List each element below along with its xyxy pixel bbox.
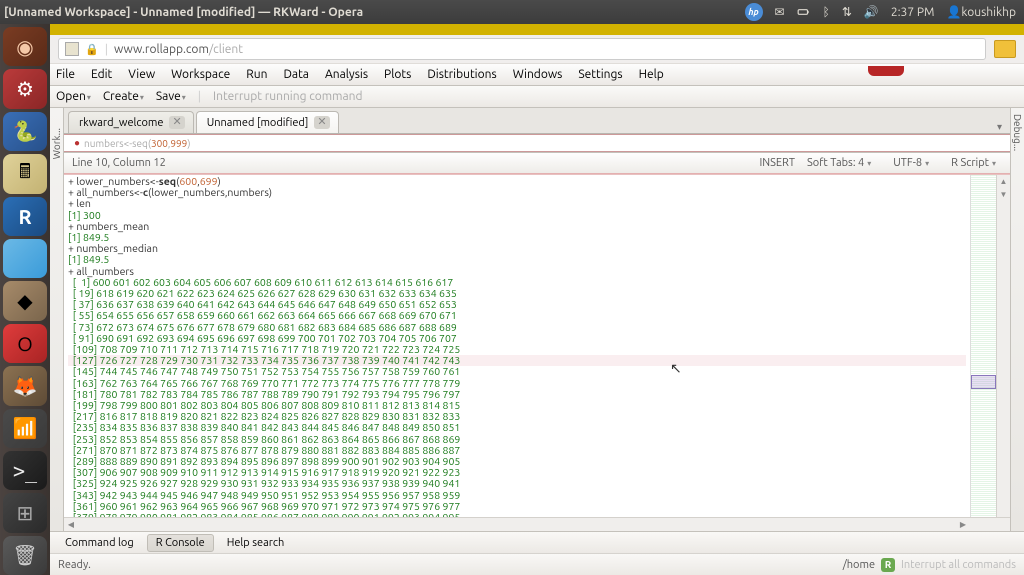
launcher-python[interactable]: 🐍 bbox=[3, 112, 47, 151]
menu-data[interactable]: Data bbox=[283, 68, 309, 81]
launcher-inkscape[interactable]: ◆ bbox=[3, 281, 47, 320]
launcher-rkward[interactable]: R bbox=[3, 197, 47, 236]
editor-area: + lower_numbers<-seq(600,699)+ all_numbe… bbox=[64, 174, 1010, 517]
tab-command-log[interactable]: Command log bbox=[56, 534, 143, 552]
open-button[interactable]: Open bbox=[56, 90, 91, 103]
r-engine-status-icon[interactable]: R bbox=[881, 558, 895, 572]
launcher-gimp[interactable]: 🦊 bbox=[3, 366, 47, 405]
lock-icon: 🔒 bbox=[85, 43, 99, 56]
code-editor[interactable]: + lower_numbers<-seq(600,699)+ all_numbe… bbox=[64, 175, 970, 517]
network-icon[interactable]: ⇅ bbox=[842, 5, 852, 19]
system-tray: hp ✉ ᛒ ⇅ 🔊 2:37 PM 👤 koushikhp bbox=[745, 3, 1016, 21]
editor-statusbar: Line 10, Column 12 INSERT Soft Tabs: 4 U… bbox=[64, 152, 1010, 174]
tab-list-button[interactable]: ▾ bbox=[993, 121, 1006, 133]
url-divider: | bbox=[105, 43, 108, 56]
scroll-right-icon[interactable]: ▶ bbox=[956, 518, 970, 531]
opera-speed-dial-button[interactable] bbox=[994, 40, 1016, 58]
horizontal-scrollbar[interactable]: ◀ ▶ bbox=[64, 517, 1010, 531]
bottom-tabbar: Command log R Console Help search bbox=[50, 531, 1024, 553]
menu-run[interactable]: Run bbox=[246, 68, 267, 81]
launcher-terminal[interactable]: >_ bbox=[3, 451, 47, 490]
scroll-left-icon[interactable]: ◀ bbox=[64, 518, 78, 531]
function-selector[interactable]: ●numbers<-seq(300,999) bbox=[64, 134, 1010, 152]
cwd-path: /home bbox=[843, 559, 875, 571]
scroll-up-icon[interactable]: ▲ bbox=[997, 175, 1010, 188]
unity-launcher: ◉ ⚙ 🐍 🖩 R ◆ O 🦊 📶 >_ ⊞ 🗑 bbox=[0, 24, 50, 575]
browser-address-bar: 🔒 | www.rollapp.com/client bbox=[50, 35, 1024, 64]
tabbar: rkward_welcome✕ Unnamed [modified]✕ ▾ bbox=[64, 108, 1010, 134]
status-text: Ready. bbox=[58, 559, 91, 571]
menu-edit[interactable]: Edit bbox=[91, 68, 112, 81]
menu-file[interactable]: File bbox=[56, 68, 75, 81]
interrupt-button: Interrupt running command bbox=[213, 90, 363, 103]
hp-icon[interactable]: hp bbox=[745, 3, 763, 21]
url-text: www.rollapp.com/client bbox=[114, 43, 243, 56]
vertical-scrollbar[interactable]: ▲ ▼ bbox=[996, 175, 1010, 517]
menu-plots[interactable]: Plots bbox=[384, 68, 411, 81]
encoding-select[interactable]: UTF-8 bbox=[887, 157, 935, 169]
clock[interactable]: 2:37 PM bbox=[891, 6, 935, 19]
launcher-workspaces[interactable]: ⊞ bbox=[3, 493, 47, 532]
close-icon[interactable]: ✕ bbox=[314, 116, 329, 129]
menu-workspace[interactable]: Workspace bbox=[171, 68, 230, 81]
menu-settings[interactable]: Settings bbox=[578, 68, 622, 81]
menu-view[interactable]: View bbox=[128, 68, 155, 81]
desktop-top-panel: [Unnamed Workspace] - Unnamed [modified]… bbox=[0, 0, 1024, 24]
user-menu[interactable]: 👤 koushikhp bbox=[946, 5, 1016, 19]
insert-mode[interactable]: INSERT bbox=[753, 157, 801, 169]
error-dot-icon: ● bbox=[74, 137, 80, 149]
launcher-trash[interactable]: 🗑 bbox=[3, 536, 47, 575]
app-window: 🔒 | www.rollapp.com/client File Edit Vie… bbox=[50, 24, 1024, 575]
battery-icon[interactable] bbox=[797, 5, 811, 19]
footer-statusbar: Ready. /home R Interrupt all commands bbox=[50, 553, 1024, 575]
mail-icon[interactable]: ✉ bbox=[775, 5, 785, 19]
menu-distributions[interactable]: Distributions bbox=[427, 68, 496, 81]
launcher-opera[interactable]: O bbox=[3, 324, 47, 363]
bluetooth-icon[interactable]: ᛒ bbox=[823, 6, 830, 19]
launcher-calculator[interactable]: 🖩 bbox=[3, 154, 47, 193]
language-select[interactable]: R Script bbox=[945, 157, 1002, 169]
minimap[interactable] bbox=[970, 175, 996, 517]
save-button[interactable]: Save bbox=[156, 90, 186, 103]
tab-r-console[interactable]: R Console bbox=[147, 534, 214, 552]
workspace-sidebar-handle[interactable]: Work... bbox=[50, 108, 64, 531]
cursor-position: Line 10, Column 12 bbox=[72, 157, 753, 169]
menu-analysis[interactable]: Analysis bbox=[325, 68, 368, 81]
site-badge-icon bbox=[65, 42, 79, 56]
toolbar: Open Create Save | Interrupt running com… bbox=[50, 86, 1024, 108]
interrupt-all-button: Interrupt all commands bbox=[901, 559, 1016, 571]
launcher-dash[interactable]: ◉ bbox=[3, 27, 47, 66]
menubar: File Edit View Workspace Run Data Analys… bbox=[50, 64, 1024, 86]
window-title: [Unnamed Workspace] - Unnamed [modified]… bbox=[4, 6, 745, 19]
tab-help-search[interactable]: Help search bbox=[218, 534, 294, 552]
opera-chrome-accent bbox=[50, 24, 1024, 35]
debug-sidebar-handle[interactable]: Debug... bbox=[1010, 108, 1024, 531]
menu-help[interactable]: Help bbox=[639, 68, 664, 81]
editor-pane: rkward_welcome✕ Unnamed [modified]✕ ▾ ●n… bbox=[64, 108, 1010, 531]
url-field[interactable]: 🔒 | www.rollapp.com/client bbox=[58, 38, 986, 60]
tab-rkward-welcome[interactable]: rkward_welcome✕ bbox=[68, 111, 194, 133]
launcher-app-blue[interactable] bbox=[3, 239, 47, 278]
launcher-settings[interactable]: ⚙ bbox=[3, 69, 47, 108]
tab-unnamed[interactable]: Unnamed [modified]✕ bbox=[196, 111, 339, 133]
embedded-frame-indicator bbox=[868, 66, 904, 76]
softtabs-select[interactable]: Soft Tabs: 4 bbox=[801, 157, 877, 169]
content-area: Work... rkward_welcome✕ Unnamed [modifie… bbox=[50, 108, 1024, 531]
volume-icon[interactable]: 🔊 bbox=[864, 5, 879, 19]
launcher-network[interactable]: 📶 bbox=[3, 409, 47, 448]
menu-windows[interactable]: Windows bbox=[513, 68, 563, 81]
close-icon[interactable]: ✕ bbox=[169, 116, 184, 129]
create-button[interactable]: Create bbox=[103, 90, 144, 103]
scroll-down-icon[interactable]: ▼ bbox=[997, 188, 1010, 201]
minimap-viewport[interactable] bbox=[971, 375, 996, 389]
